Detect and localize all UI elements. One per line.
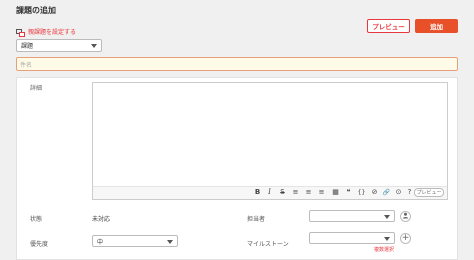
status-label: 状態 (30, 216, 43, 223)
assignee-select[interactable] (309, 210, 395, 222)
subject-placeholder: 件名 (20, 61, 33, 69)
numbered-list-icon[interactable]: ≡ (304, 188, 313, 197)
no-format-icon[interactable]: ⊘ (370, 188, 379, 197)
editor-preview-button[interactable]: プレビュー (414, 188, 444, 197)
emoji-icon[interactable]: ⊙ (394, 188, 403, 197)
add-milestone-button[interactable]: + (400, 233, 411, 244)
chevron-down-icon (384, 215, 390, 219)
checklist-icon[interactable]: ≡ (317, 188, 326, 197)
plus-icon: + (401, 233, 410, 243)
page-title: 課題の追加 (16, 6, 56, 15)
chevron-down-icon (91, 44, 97, 48)
help-icon[interactable]: ? (405, 188, 414, 197)
user-icon (402, 212, 409, 221)
table-icon[interactable]: ▦ (331, 188, 340, 197)
multi-select-link[interactable]: 複数選択 (374, 246, 394, 253)
status-value: 未対応 (92, 216, 111, 223)
bold-icon[interactable]: B (253, 188, 262, 197)
priority-label: 優先度 (30, 241, 49, 248)
quote-icon[interactable]: ❝ (344, 188, 353, 197)
strikethrough-icon[interactable]: S (278, 188, 287, 197)
priority-select[interactable]: 中 (92, 235, 178, 247)
bullet-list-icon[interactable]: ≡ (291, 188, 300, 197)
assignee-label: 担当者 (247, 216, 266, 223)
set-parent-issue-label: 親課題を設定する (28, 29, 77, 36)
chevron-down-icon (384, 237, 390, 241)
code-icon[interactable]: {} (357, 188, 366, 197)
add-button[interactable]: 追加 (415, 19, 458, 33)
issue-type-value: 課題 (21, 43, 34, 50)
preview-button[interactable]: プレビュー (367, 19, 410, 33)
issue-type-select[interactable]: 課題 (16, 39, 102, 52)
italic-icon[interactable]: I (265, 188, 274, 197)
subject-input[interactable]: 件名 (16, 57, 458, 71)
details-label: 詳細 (30, 85, 43, 92)
milestone-select[interactable] (309, 232, 395, 244)
link-icon[interactable]: 🔗 (382, 188, 391, 197)
chevron-down-icon (167, 240, 173, 244)
milestone-label: マイルストーン (247, 241, 289, 248)
details-textarea[interactable] (92, 82, 448, 200)
priority-value: 中 (97, 238, 104, 246)
assign-to-me-button[interactable] (400, 211, 411, 222)
